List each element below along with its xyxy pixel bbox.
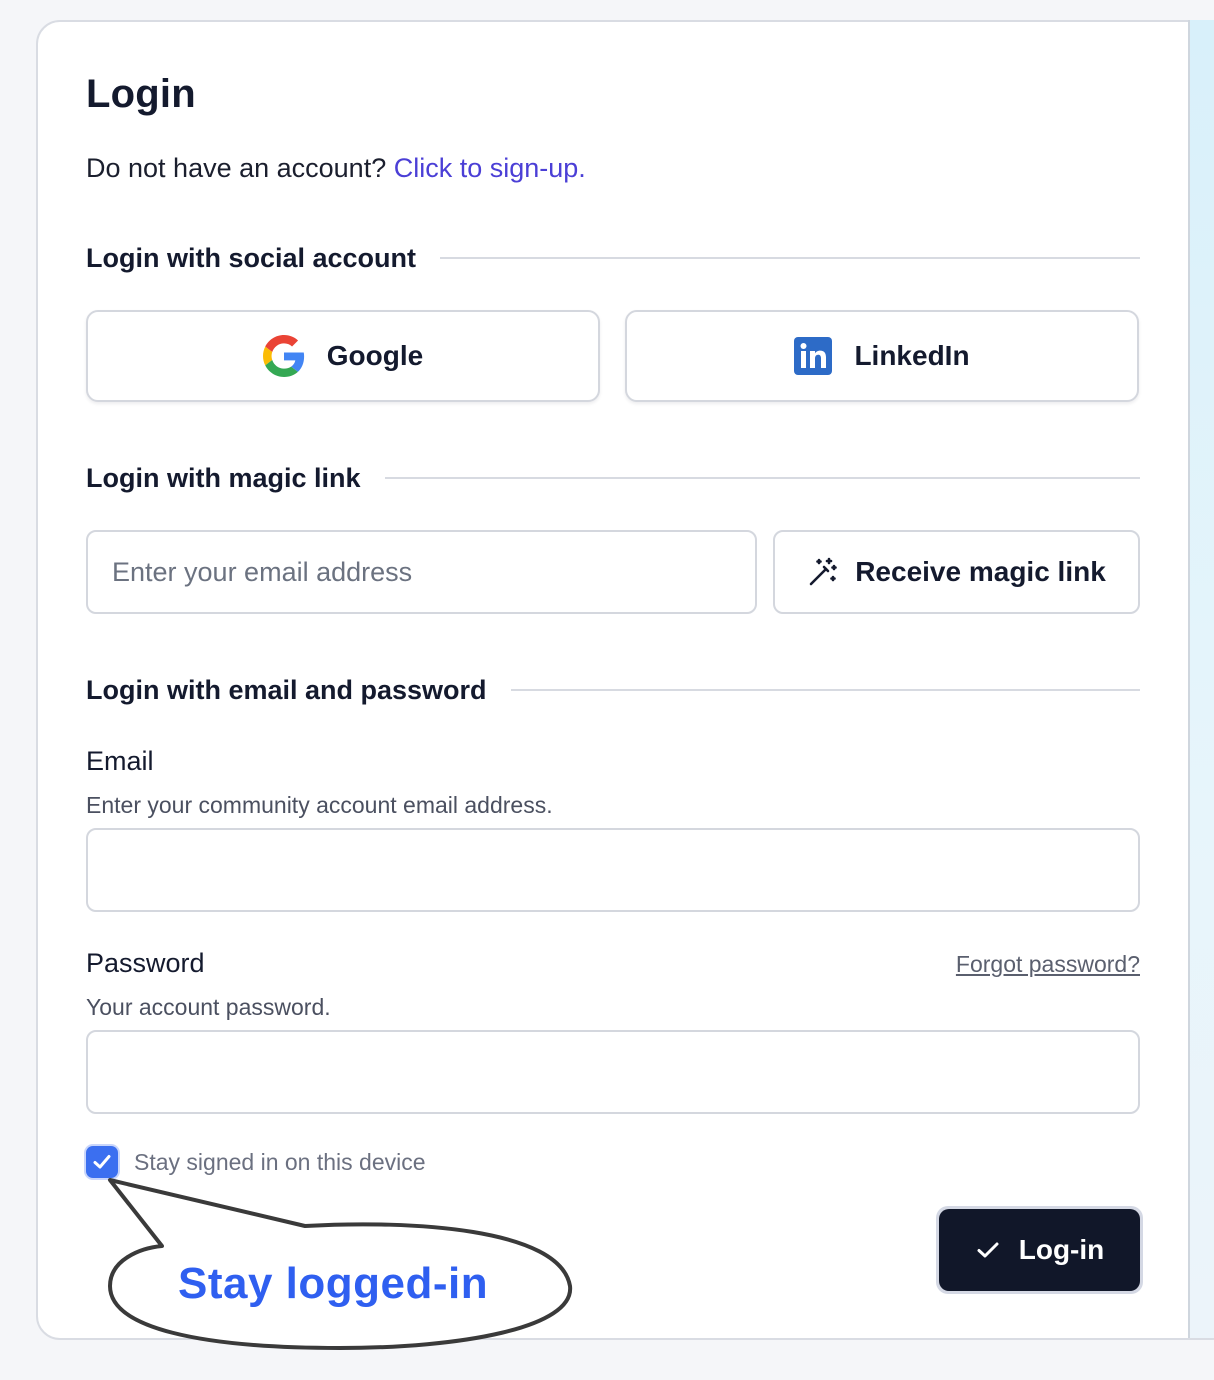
receive-magic-link-button[interactable]: Receive magic link	[773, 530, 1140, 614]
email-label: Email	[86, 746, 154, 776]
linkedin-button-label: LinkedIn	[854, 340, 970, 371]
signup-prompt-text: Do not have an account?	[86, 153, 394, 183]
page-title: Login	[86, 72, 196, 116]
magic-link-section-header: Login with magic link	[86, 458, 1140, 498]
linkedin-icon	[794, 337, 833, 375]
magic-wand-icon	[807, 556, 839, 588]
credentials-section-title: Login with email and password	[86, 674, 487, 705]
signup-prompt: Do not have an account? Click to sign-up…	[86, 153, 586, 184]
signup-link[interactable]: Click to sign-up.	[394, 153, 586, 183]
magic-link-section-title: Login with magic link	[86, 462, 361, 493]
password-field[interactable]	[86, 1030, 1140, 1114]
login-submit-button[interactable]: Log-in	[936, 1206, 1143, 1294]
google-g-icon	[262, 335, 305, 377]
credentials-section-header: Login with email and password	[86, 670, 1140, 710]
section-divider	[384, 477, 1140, 479]
google-button-label: Google	[326, 340, 424, 371]
login-submit-inner: Log-in	[939, 1209, 1140, 1291]
social-section-title: Login with social account	[86, 242, 417, 273]
callout-text: Stay logged-in	[178, 1259, 489, 1308]
email-help-text: Enter your community account email addre…	[86, 792, 553, 818]
login-submit-label: Log-in	[1018, 1234, 1105, 1265]
section-divider	[510, 689, 1140, 691]
section-divider	[440, 257, 1140, 259]
google-login-button[interactable]: Google	[86, 310, 600, 402]
linkedin-login-button[interactable]: LinkedIn	[625, 310, 1139, 402]
password-label: Password	[86, 948, 205, 978]
password-help-text: Your account password.	[86, 994, 331, 1020]
forgot-password-link[interactable]: Forgot password?	[956, 951, 1140, 978]
email-field[interactable]	[86, 828, 1140, 912]
checkmark-icon	[975, 1237, 1001, 1263]
magic-link-button-label: Receive magic link	[855, 556, 1106, 587]
social-section-header: Login with social account	[86, 238, 1140, 278]
magic-link-email-input[interactable]	[86, 530, 757, 614]
side-panel-edge	[1188, 20, 1214, 1338]
